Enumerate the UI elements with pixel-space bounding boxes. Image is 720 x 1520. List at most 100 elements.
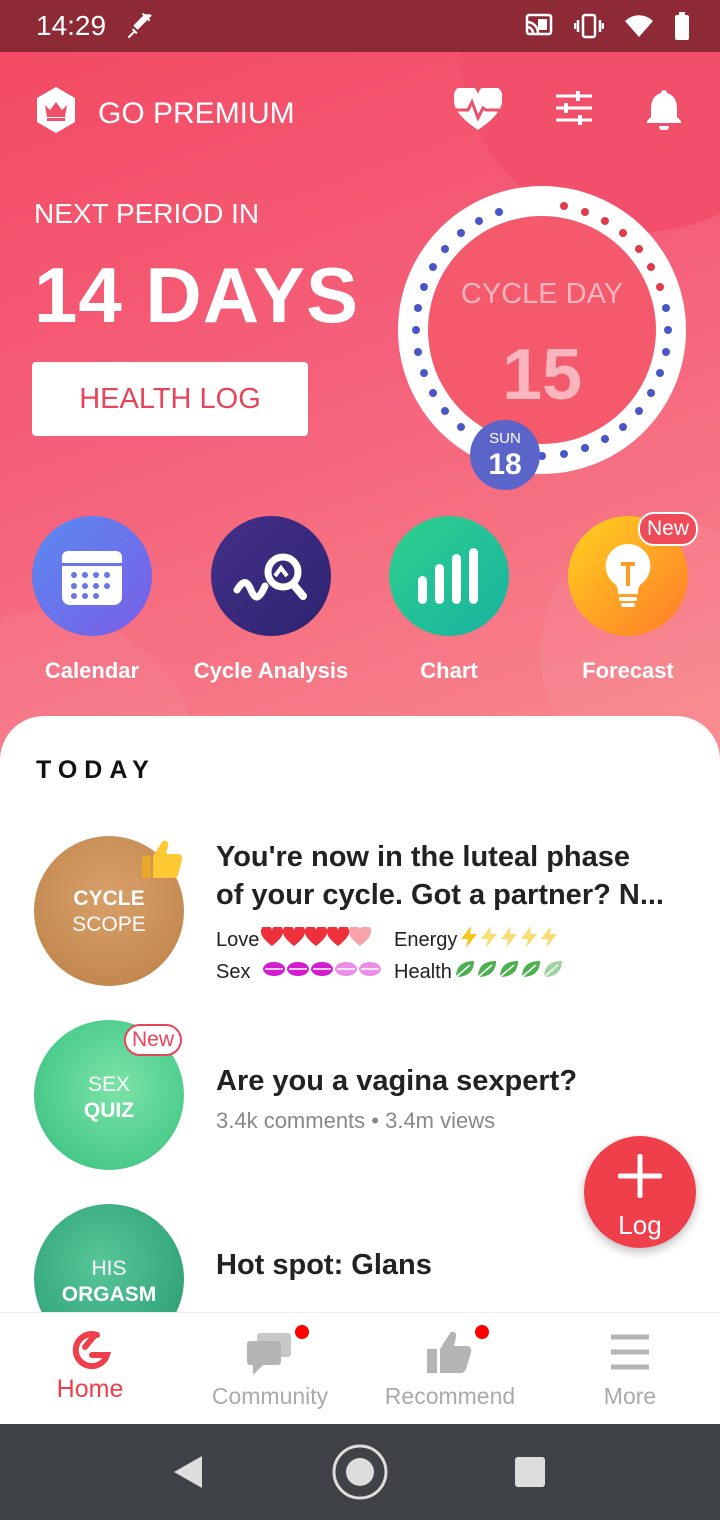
sex-rating <box>262 960 382 984</box>
thumb-line: SEX <box>87 1073 131 1096</box>
wifi-icon <box>624 13 654 44</box>
feature-cycle-analysis[interactable]: Cycle Analysis <box>181 516 361 684</box>
go-premium-button[interactable]: GO PREMIUM <box>34 86 295 142</box>
nav-label: Community <box>211 1383 329 1409</box>
notification-dot <box>475 1325 489 1339</box>
cycle-dot <box>494 207 503 216</box>
cycle-dot <box>634 245 643 253</box>
nav-more[interactable]: More <box>540 1313 720 1425</box>
cycle-dot <box>413 347 422 356</box>
cycle-dot <box>559 450 568 459</box>
cycle-dot <box>428 389 437 397</box>
cycle-dot <box>581 207 590 216</box>
thumb-line: QUIZ <box>83 1099 135 1122</box>
system-nav-bar <box>0 1424 720 1520</box>
crown-icon <box>34 86 78 142</box>
item-title: Are you a vagina sexpert? <box>216 1065 578 1097</box>
status-time: 14:29 <box>36 10 107 41</box>
cycle-dot <box>618 422 627 431</box>
energy-label: Energy <box>394 928 458 951</box>
chat-bubbles-icon <box>245 1327 295 1377</box>
thumb-line: ORGASM <box>61 1283 157 1306</box>
item-title-line2: of your cycle. Got a partner? N... <box>216 879 664 911</box>
feature-label: Calendar <box>44 658 140 683</box>
love-rating-icon <box>305 925 328 953</box>
cycle-dot <box>412 326 420 334</box>
nav-home[interactable]: Home <box>0 1313 180 1425</box>
health-rating <box>454 959 564 985</box>
thumbs-up-icon <box>138 836 184 887</box>
home-circle-icon[interactable] <box>331 1443 389 1506</box>
today-heading: TODAY <box>36 756 156 784</box>
cycle-day-label: CYCLE DAY <box>460 278 624 310</box>
sex-rating-icon <box>334 960 358 984</box>
syringe-icon <box>122 10 156 49</box>
thumb-line: SCOPE <box>72 913 146 936</box>
sex-rating-icon <box>310 960 334 984</box>
thumb-line: CYCLE <box>73 887 145 910</box>
go-premium-label: GO PREMIUM <box>98 97 295 130</box>
cast-icon <box>524 13 554 44</box>
energy-rating-icon <box>479 926 499 954</box>
item-title: Hot spot: Glans <box>216 1249 432 1281</box>
cycle-ring[interactable]: CYCLE DAY 15 <box>398 186 686 474</box>
home-logo-icon <box>65 1327 115 1377</box>
love-rating-icon <box>283 925 306 953</box>
recents-icon[interactable] <box>514 1456 546 1493</box>
date-day: 18 <box>488 448 522 481</box>
health-rating-icon <box>454 959 476 985</box>
date-weekday: SUN <box>489 430 521 447</box>
cycle-dot <box>457 422 465 431</box>
date-bubble[interactable]: SUN 18 <box>470 420 540 490</box>
new-badge: New <box>124 1024 182 1056</box>
bell-icon[interactable] <box>646 88 682 137</box>
cycle-dot <box>559 201 568 210</box>
sex-rating-icon <box>286 960 310 984</box>
health-log-button[interactable]: HEALTH LOG <box>32 362 308 436</box>
nav-community[interactable]: Community <box>180 1313 360 1425</box>
menu-icon <box>605 1327 655 1377</box>
ratings-grid: Love Energy Sex Health <box>216 924 572 988</box>
thumb-line: HIS <box>91 1257 127 1280</box>
back-icon[interactable] <box>172 1454 204 1495</box>
love-rating-icon <box>261 925 284 953</box>
sliders-icon[interactable] <box>554 88 594 137</box>
notification-dot <box>295 1325 309 1339</box>
cycle-dot <box>419 369 428 378</box>
cycle-dot <box>601 216 609 225</box>
bar-chart-icon <box>389 516 509 636</box>
energy-rating-icon <box>499 926 519 954</box>
nav-label: Home <box>56 1375 124 1403</box>
heart-pulse-icon[interactable] <box>453 84 503 137</box>
love-rating-icon <box>349 925 372 953</box>
energy-rating-icon <box>519 926 539 954</box>
love-rating-icon <box>327 925 350 953</box>
health-rating-icon <box>542 959 564 985</box>
cycle-dot <box>475 216 483 225</box>
nav-label: Recommend <box>384 1383 516 1409</box>
energy-rating <box>459 926 559 954</box>
log-fab-button[interactable]: Log <box>584 1136 696 1248</box>
nav-label: More <box>603 1383 657 1409</box>
hero-section: GO PREMIUM NEXT PERIOD IN 14 DAYS HEALTH… <box>0 52 720 772</box>
his-orgasm-thumbnail: HIS ORGASM <box>34 1204 184 1316</box>
feature-label: Forecast <box>582 658 674 683</box>
cycle-day-number: 15 <box>501 335 583 415</box>
sex-label: Sex <box>216 960 251 983</box>
status-bar: 14:29 <box>0 0 720 52</box>
nav-recommend[interactable]: Recommend <box>360 1313 540 1425</box>
love-rating <box>261 925 372 953</box>
feature-chart[interactable]: Chart <box>359 516 539 684</box>
vibrate-icon <box>573 13 605 44</box>
cycle-dot <box>634 406 643 415</box>
energy-rating-icon <box>539 926 559 954</box>
calendar-icon <box>32 516 152 636</box>
log-label: Log <box>618 1210 662 1240</box>
feature-label: Cycle Analysis <box>193 658 349 683</box>
cycle-dot <box>419 282 428 291</box>
cycle-dot <box>428 263 437 271</box>
item-meta: 3.4k comments • 3.4m views <box>216 1108 496 1133</box>
item-title-line1: You're now in the luteal phase <box>216 841 631 873</box>
next-period-label: NEXT PERIOD IN <box>34 198 260 229</box>
feature-calendar[interactable]: Calendar <box>2 516 182 684</box>
